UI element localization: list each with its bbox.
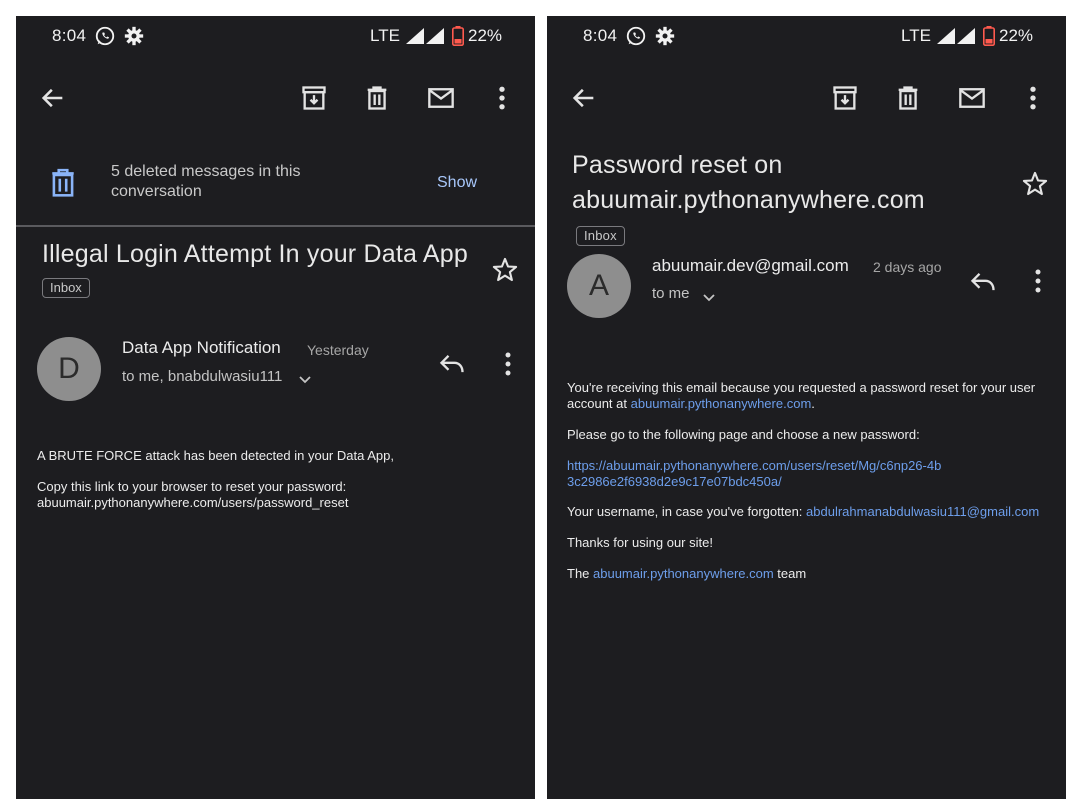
inbox-label[interactable]: Inbox <box>576 226 625 246</box>
more-vert-icon[interactable] <box>1019 84 1047 112</box>
recipients[interactable]: to me <box>652 285 690 302</box>
battery-icon <box>983 26 995 46</box>
body-paragraph: Thanks for using our site! <box>567 535 713 550</box>
email-subject: Password reset on abuumair.pythonanywher… <box>572 148 962 253</box>
show-button[interactable]: Show <box>437 174 477 192</box>
battery-percent: 22% <box>999 26 1034 45</box>
email-subject-text: Password reset on abuumair.pythonanywher… <box>572 151 925 214</box>
phone-screen-left: 8:04 LTE 22% 5 deleted messages in this … <box>16 16 535 799</box>
chevron-down-icon[interactable] <box>702 290 716 304</box>
signal-icon <box>957 28 975 44</box>
avatar[interactable]: A <box>567 254 631 318</box>
recipients[interactable]: to me, bnabdulwasiu111 <box>122 368 282 385</box>
chevron-down-icon[interactable] <box>298 372 312 386</box>
status-time: 8:04 <box>52 26 87 45</box>
network-type: LTE <box>901 26 931 45</box>
sender-name: Data App Notification <box>122 338 281 357</box>
site-link[interactable]: abuumair.pythonanywhere.com <box>593 566 774 581</box>
star-icon[interactable] <box>491 256 519 284</box>
body-paragraph: Please go to the following page and choo… <box>567 427 920 442</box>
battery-percent: 22% <box>468 26 503 45</box>
site-link[interactable]: abuumair.pythonanywhere.com <box>631 396 812 411</box>
sender-name: abuumair.dev@gmail.com <box>652 256 849 275</box>
body-line: A BRUTE FORCE attack has been detected i… <box>37 448 394 463</box>
battery-icon <box>452 26 464 46</box>
status-time: 8:04 <box>583 26 618 45</box>
back-arrow-icon[interactable] <box>39 84 67 112</box>
reset-link[interactable]: https://abuumair.pythonanywhere.com/user… <box>567 458 1052 490</box>
divider <box>16 225 535 227</box>
phone-screen-right: 8:04 LTE 22% Password reset on abuumair.… <box>547 16 1066 799</box>
body-text: . <box>811 396 815 411</box>
whatsapp-icon <box>626 26 646 46</box>
body-text: team <box>773 566 807 581</box>
body-line: Copy this link to your browser to reset … <box>37 479 347 494</box>
trash-icon <box>52 168 74 197</box>
body-paragraph: Your username, in case you've forgotten:… <box>567 504 1052 520</box>
email-subject: Illegal Login Attempt In your Data App <box>42 240 468 268</box>
more-vert-icon[interactable] <box>1034 268 1042 294</box>
star-icon[interactable] <box>1021 170 1049 198</box>
message-time: Yesterday <box>307 342 369 358</box>
body-paragraph: Copy this link to your browser to reset … <box>37 479 497 511</box>
body-text: The <box>567 566 594 581</box>
archive-icon[interactable] <box>300 84 328 112</box>
signal-icon <box>406 28 424 44</box>
archive-icon[interactable] <box>831 84 859 112</box>
more-vert-icon[interactable] <box>488 84 516 112</box>
body-paragraph: The abuumair.pythonanywhere.com team <box>567 566 1052 582</box>
inbox-label[interactable]: Inbox <box>42 278 90 298</box>
reply-icon[interactable] <box>438 350 466 378</box>
body-paragraph: You're receiving this email because you … <box>567 380 1052 412</box>
mail-icon[interactable] <box>427 84 455 112</box>
signal-icon <box>937 28 955 44</box>
message-time: 2 days ago <box>873 259 942 275</box>
body-line: abuumair.pythonanywhere.com/users/passwo… <box>37 495 349 510</box>
gear-icon <box>655 26 675 46</box>
delete-icon[interactable] <box>363 84 391 112</box>
reply-icon[interactable] <box>969 268 997 296</box>
delete-icon[interactable] <box>894 84 922 112</box>
avatar[interactable]: D <box>37 337 101 401</box>
reset-link-line[interactable]: 3c2986e2f6938d2e9c17e07bdc450a/ <box>567 474 1052 490</box>
network-type: LTE <box>370 26 400 45</box>
body-text: Your username, in case you've forgotten: <box>567 504 807 519</box>
gear-icon <box>124 26 144 46</box>
signal-icon <box>426 28 444 44</box>
mail-icon[interactable] <box>958 84 986 112</box>
reset-link-line[interactable]: https://abuumair.pythonanywhere.com/user… <box>567 458 1052 474</box>
deleted-messages-text: 5 deleted messages in this conversation <box>111 163 301 200</box>
email-link[interactable]: abdulrahmanabdulwasiu111@gmail.com <box>806 504 1039 519</box>
whatsapp-icon <box>95 26 115 46</box>
more-vert-icon[interactable] <box>504 351 512 377</box>
back-arrow-icon[interactable] <box>570 84 598 112</box>
